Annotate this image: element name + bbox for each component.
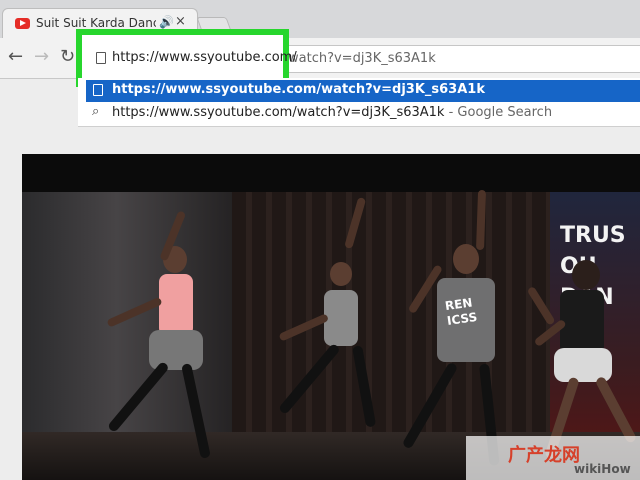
- dancer-torso: [560, 290, 604, 354]
- suggestion-search-suffix: - Google Search: [444, 105, 553, 120]
- suggestion-search[interactable]: ⌕ https://www.ssyoutube.com/watch?v=dj3K…: [86, 103, 640, 125]
- dancer-torso: [324, 290, 358, 346]
- url-highlighted-text[interactable]: https://www.ssyoutube.com/: [112, 50, 297, 65]
- suggestion-url-text: https://www.ssyoutube.com/watch?v=dj3K_s…: [112, 82, 485, 97]
- video-player[interactable]: TRUS OU DAN RENICSS: [22, 154, 640, 480]
- dancer-1: [77, 208, 217, 478]
- forward-icon[interactable]: →: [34, 46, 49, 67]
- dancer-2: [252, 196, 382, 452]
- dancer-leg: [277, 342, 341, 416]
- dancer-head: [453, 244, 479, 274]
- dancer-arm: [278, 313, 330, 342]
- dancer-leg: [401, 361, 459, 450]
- youtube-icon: [15, 18, 30, 29]
- page-icon: [93, 84, 103, 96]
- shirt-print: REN ICSS: [444, 295, 479, 328]
- dancer-leg: [181, 362, 211, 459]
- dancer-leg: [106, 360, 170, 434]
- dancer-leg: [352, 345, 377, 428]
- address-suggestions: https://www.ssyoutube.com/watch?v=dj3K_s…: [78, 78, 640, 127]
- suggestion-search-text: https://www.ssyoutube.com/watch?v=dj3K_s…: [112, 105, 552, 120]
- dancer-arm: [526, 285, 556, 326]
- dancer-leg: [594, 375, 638, 444]
- suggestion-search-query: https://www.ssyoutube.com/watch?v=dj3K_s…: [112, 105, 445, 120]
- watermark-site: wikiHow: [574, 462, 631, 476]
- dancer-arm: [106, 296, 163, 328]
- back-icon[interactable]: ←: [8, 46, 23, 67]
- page-icon: [96, 52, 106, 64]
- dancer-arm: [344, 196, 367, 250]
- close-icon[interactable]: ×: [175, 14, 186, 29]
- tab-title: Suit Suit Karda Danc: [36, 16, 156, 30]
- search-icon: ⌕: [92, 104, 100, 119]
- suggestion-url[interactable]: https://www.ssyoutube.com/watch?v=dj3K_s…: [86, 80, 640, 102]
- audio-icon[interactable]: 🔊: [159, 15, 174, 29]
- dancer-arm: [476, 189, 487, 251]
- dancer-skirt: [149, 330, 203, 370]
- dancer-head: [330, 262, 352, 286]
- reload-icon[interactable]: ↻: [60, 46, 75, 67]
- watermark-logo: 广产龙网: [508, 445, 580, 466]
- url-remainder: watch?v=dj3K_s63A1k: [288, 51, 436, 66]
- dancer-head: [572, 260, 600, 290]
- dancer-torso: [159, 274, 193, 336]
